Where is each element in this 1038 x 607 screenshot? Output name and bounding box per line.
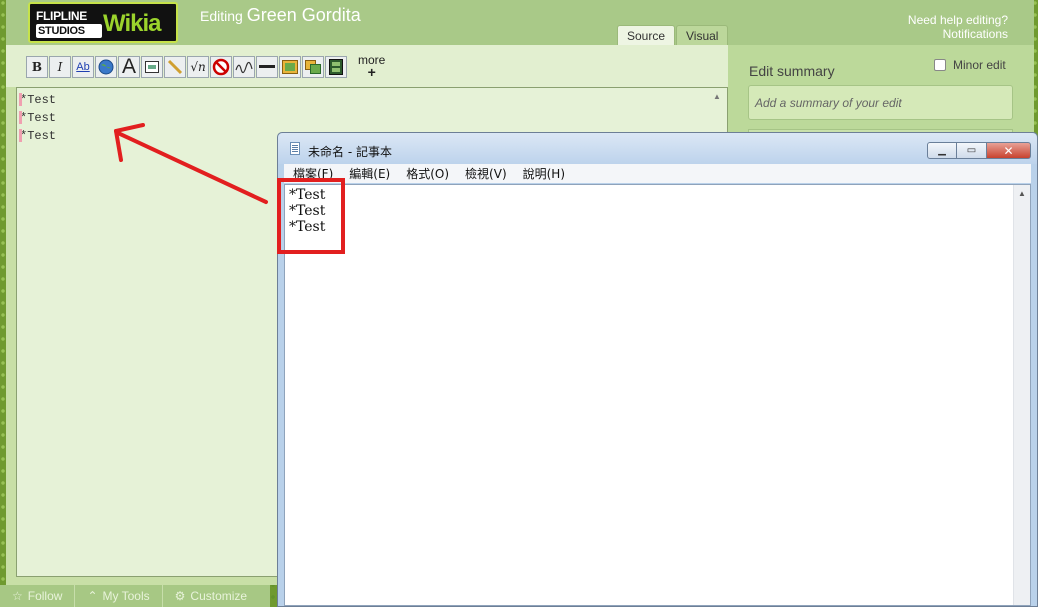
minimize-icon: ▁ xyxy=(938,145,946,156)
gallery-icon xyxy=(282,60,298,74)
wiki-header: FLIPLINE STUDIOS Wikia Editing Green Gor… xyxy=(6,0,1034,45)
editing-heading: Editing Green Gordita xyxy=(200,5,361,26)
image-button[interactable] xyxy=(141,56,163,78)
editor-toolbar: B I Ab A √n xyxy=(26,55,347,78)
bottom-toolbar: ☆ Follow ⌃ My Tools ⚙ Customize xyxy=(0,585,270,607)
menu-edit[interactable]: 編輯(E) xyxy=(341,165,398,182)
menu-help[interactable]: 說明(H) xyxy=(515,165,573,182)
maximize-icon: ▭ xyxy=(966,145,977,156)
minimize-button[interactable]: ▁ xyxy=(927,142,957,159)
image-icon xyxy=(145,61,159,73)
scroll-up-icon[interactable]: ▲ xyxy=(1018,189,1026,198)
film-icon xyxy=(329,59,343,75)
editor-toolbar-band: B I Ab A √n more + xyxy=(6,45,728,87)
edit-summary-title: Edit summary xyxy=(749,63,835,79)
nowiki-button[interactable] xyxy=(210,56,232,78)
editor-line: *Test xyxy=(19,93,57,107)
notepad-titlebar[interactable]: 未命名 - 記事本 ▁ ▭ ✕ xyxy=(278,133,1037,164)
editor-content: *Test *Test *Test xyxy=(19,91,56,145)
flipline-wikia-logo[interactable]: FLIPLINE STUDIOS Wikia xyxy=(28,2,178,43)
signature-icon xyxy=(235,61,253,74)
my-tools-button[interactable]: ⌃ My Tools xyxy=(75,589,161,603)
globe-icon xyxy=(98,59,114,75)
pen-icon xyxy=(167,59,183,75)
minor-edit-option[interactable]: Minor edit xyxy=(934,58,1006,72)
follow-button[interactable]: ☆ Follow xyxy=(0,589,74,603)
no-wiki-icon xyxy=(212,58,230,76)
notepad-menubar: 檔案(F) 編輯(E) 格式(O) 檢視(V) 說明(H) xyxy=(284,164,1031,183)
annotation-highlight-box xyxy=(277,178,345,254)
minor-edit-label: Minor edit xyxy=(953,58,1006,72)
more-button[interactable]: more + xyxy=(358,54,385,79)
page-title: Green Gordita xyxy=(246,5,361,25)
menu-format[interactable]: 格式(O) xyxy=(398,165,457,182)
video-button[interactable] xyxy=(325,56,347,78)
internal-link-button[interactable]: Ab xyxy=(72,56,94,78)
notepad-title: 未命名 - 記事本 xyxy=(308,145,392,159)
window-controls: ▁ ▭ ✕ xyxy=(927,142,1031,159)
gallery-button[interactable] xyxy=(279,56,301,78)
editor-scroll-up-icon[interactable]: ▲ xyxy=(713,92,723,101)
logo-line2: STUDIOS xyxy=(36,24,102,38)
italic-button[interactable]: I xyxy=(49,56,71,78)
gear-icon: ⚙ xyxy=(174,589,186,603)
horizontal-line-button[interactable] xyxy=(256,56,278,78)
close-button[interactable]: ✕ xyxy=(987,142,1031,159)
math-button[interactable]: √n xyxy=(187,56,209,78)
editor-line: *Test xyxy=(19,111,57,125)
notepad-scrollbar[interactable]: ▲ xyxy=(1013,185,1030,605)
slideshow-icon xyxy=(305,60,321,74)
minor-edit-checkbox[interactable] xyxy=(934,59,946,71)
media-button[interactable] xyxy=(164,56,186,78)
external-link-button[interactable] xyxy=(95,56,117,78)
heading-button[interactable]: A xyxy=(118,55,140,78)
customize-button[interactable]: ⚙ Customize xyxy=(163,589,259,603)
tab-visual[interactable]: Visual xyxy=(676,25,729,45)
notifications-link[interactable]: Notifications xyxy=(908,27,1008,41)
logo-brand: Wikia xyxy=(103,10,161,37)
edit-summary-input[interactable]: Add a summary of your edit xyxy=(748,85,1013,120)
maximize-button[interactable]: ▭ xyxy=(957,142,987,159)
follow-icon: ☆ xyxy=(12,589,23,603)
notepad-icon xyxy=(290,142,300,155)
hr-icon xyxy=(259,65,275,68)
notepad-text-area[interactable]: *Test *Test *Test ▲ xyxy=(284,184,1031,606)
editing-prefix: Editing xyxy=(200,8,243,24)
notepad-window: 未命名 - 記事本 ▁ ▭ ✕ 檔案(F) 編輯(E) 格式(O) 檢視(V) … xyxy=(277,132,1038,607)
bold-button[interactable]: B xyxy=(26,56,48,78)
close-icon: ✕ xyxy=(1003,143,1014,158)
tab-source[interactable]: Source xyxy=(617,25,676,45)
signature-button[interactable] xyxy=(233,56,255,78)
editor-line: *Test xyxy=(19,129,57,143)
menu-view[interactable]: 檢視(V) xyxy=(457,165,515,182)
help-links: Need help editing? Notifications xyxy=(908,13,1008,41)
arrow-up-icon: ⌃ xyxy=(87,589,98,603)
logo-line1: FLIPLINE xyxy=(36,9,87,23)
slideshow-button[interactable] xyxy=(302,56,324,78)
need-help-link[interactable]: Need help editing? xyxy=(908,13,1008,27)
